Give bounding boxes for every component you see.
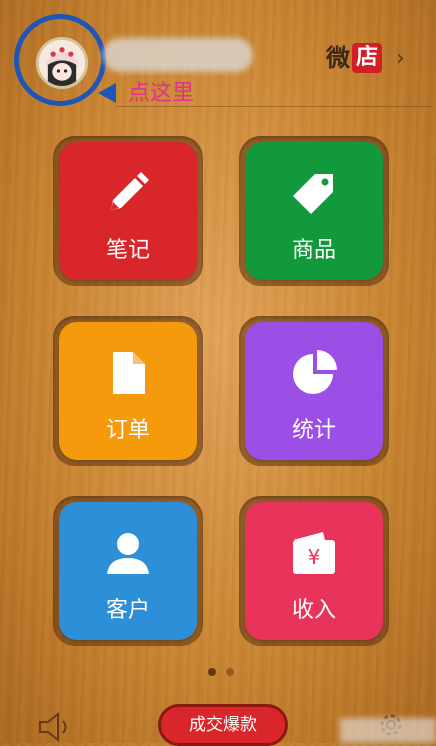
pie-chart-icon [289, 348, 339, 398]
tile-frame-orders: 订单 [53, 316, 203, 466]
chevron-right-icon[interactable]: › [396, 48, 405, 70]
document-icon [103, 348, 153, 398]
stats-label: 统计 [291, 418, 336, 443]
pencil-icon [103, 168, 153, 218]
redacted-corner [340, 718, 436, 743]
header: 点这里 微 店 › [0, 0, 436, 110]
tag-icon [289, 168, 339, 218]
page-dot-1 [208, 668, 216, 676]
wallet-yen-icon: ¥ [289, 528, 339, 578]
weidian-logo-text: 微 [326, 44, 350, 72]
page-dot-2 [226, 668, 234, 676]
notes-label: 笔记 [105, 238, 150, 263]
header-divider [116, 106, 432, 107]
user-name-redacted [103, 38, 253, 72]
orders-label: 订单 [105, 418, 150, 443]
orders-button[interactable]: 订单 [59, 322, 197, 460]
notes-button[interactable]: 笔记 [59, 142, 197, 280]
avatar[interactable] [36, 37, 88, 89]
weidian-link[interactable]: 微 店 [326, 42, 382, 74]
tile-frame-notes: 笔记 [53, 136, 203, 286]
income-button[interactable]: ¥ 收入 [245, 502, 383, 640]
tile-frame-customers: 客户 [53, 496, 203, 646]
income-label: 收入 [291, 598, 336, 623]
person-icon [103, 528, 153, 578]
tile-frame-products: 商品 [239, 136, 389, 286]
yen-symbol: ¥ [308, 545, 321, 569]
customers-button[interactable]: 客户 [59, 502, 197, 640]
stats-button[interactable]: 统计 [245, 322, 383, 460]
tile-frame-stats: 统计 [239, 316, 389, 466]
speaker-icon[interactable] [38, 711, 74, 743]
products-label: 商品 [291, 238, 336, 263]
weidian-logo-badge: 店 [352, 43, 382, 73]
deal-button[interactable]: 成交爆款 [158, 704, 288, 746]
annotation-arrow-icon [98, 83, 116, 103]
products-button[interactable]: 商品 [245, 142, 383, 280]
page-indicator [208, 668, 234, 676]
tile-frame-income: ¥ 收入 [239, 496, 389, 646]
customers-label: 客户 [105, 598, 150, 623]
annotation-hint-text: 点这里 [128, 81, 195, 106]
avatar-image [39, 40, 85, 86]
